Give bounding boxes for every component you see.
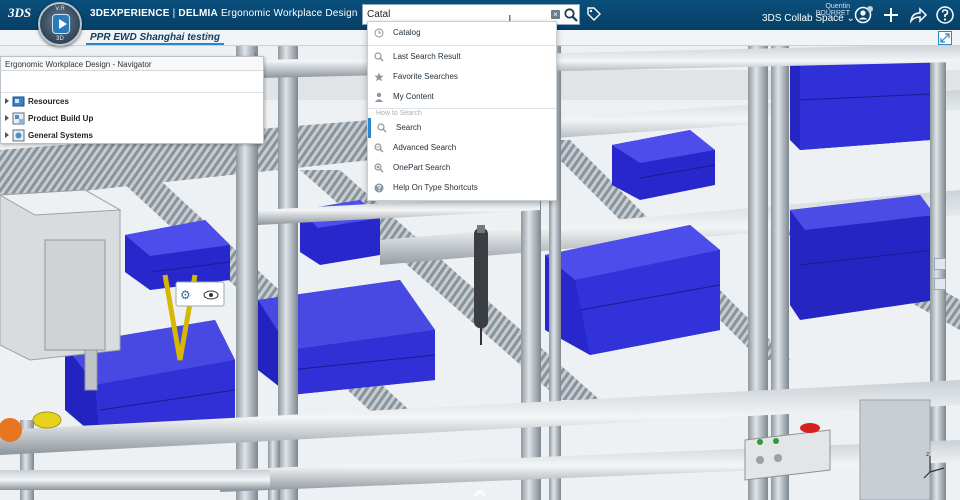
dropdown-divider xyxy=(368,108,556,109)
navigator-panel: Ergonomic Workplace Design - Navigator R… xyxy=(0,56,264,144)
item-label: Help On Type Shortcuts xyxy=(393,183,478,192)
help-on-type-shortcuts-item[interactable]: Help On Type Shortcuts xyxy=(368,178,556,198)
item-label: My Content xyxy=(393,92,434,101)
tree-node-label: Product Build Up xyxy=(28,114,94,123)
compass-bottom-letters: 3D xyxy=(56,36,64,42)
app-title: 3DEXPERIENCE | DELMIA Ergonomic Workplac… xyxy=(90,8,358,19)
dropdown-divider xyxy=(368,45,556,46)
expand-arrow-icon[interactable] xyxy=(5,98,9,104)
suggestion-label: Catalog xyxy=(393,28,421,37)
search-icon[interactable] xyxy=(563,7,579,23)
collab-space-selector[interactable]: 3DS Collab Space ⌄ xyxy=(762,13,855,24)
onepart-search-icon xyxy=(374,163,384,173)
collab-space-label: 3DS Collab Space xyxy=(762,13,844,24)
advanced-search-item[interactable]: Advanced Search xyxy=(368,138,556,158)
tag-icon[interactable] xyxy=(586,6,602,22)
app-name-label: Ergonomic Workplace Design xyxy=(220,8,358,19)
item-label: Last Search Result xyxy=(393,52,461,61)
clear-search-icon[interactable]: × xyxy=(551,10,560,19)
compass-icon[interactable]: V.R 3D xyxy=(38,2,82,46)
product-label: DELMIA xyxy=(178,8,218,19)
tree-node-product-build-up[interactable]: Product Build Up xyxy=(1,110,263,127)
item-label: Search xyxy=(396,123,422,132)
ds-logo: 3DS xyxy=(8,5,32,20)
search-icon xyxy=(377,123,387,133)
help-icon[interactable] xyxy=(935,5,955,25)
maximize-icon[interactable] xyxy=(938,31,952,45)
user-profile-icon[interactable] xyxy=(854,5,874,25)
axis-triad-icon: z xyxy=(923,451,945,479)
search-input[interactable] xyxy=(367,7,547,22)
search-help-item[interactable]: Search xyxy=(368,118,556,138)
item-label: Favorite Searches xyxy=(393,72,458,81)
share-icon[interactable] xyxy=(908,5,928,25)
svg-text:z: z xyxy=(926,451,929,458)
item-label: Advanced Search xyxy=(393,143,457,152)
view-mode-icon[interactable] xyxy=(934,258,946,270)
product-icon xyxy=(12,112,25,125)
onepart-search-item[interactable]: OnePart Search xyxy=(368,158,556,178)
tree-node-label: Resources xyxy=(28,97,69,106)
add-icon[interactable] xyxy=(881,5,901,25)
add-tab-button[interactable]: + xyxy=(205,30,212,45)
question-icon xyxy=(374,183,384,193)
svg-text:⚙: ⚙ xyxy=(180,288,191,302)
my-content-item[interactable]: My Content xyxy=(368,87,556,107)
search-suggestions-dropdown: Catalog Last Search Result Favorite Sear… xyxy=(367,21,557,201)
brand-label: 3DEXPERIENCE xyxy=(90,8,170,19)
advanced-search-icon xyxy=(374,143,384,153)
last-search-result-item[interactable]: Last Search Result xyxy=(368,47,556,67)
expand-arrow-icon[interactable] xyxy=(5,132,9,138)
tree-node-label: General Systems xyxy=(28,131,93,140)
compass-top-letters: V.R xyxy=(55,6,65,12)
tree-node-general-systems[interactable]: General Systems xyxy=(1,127,263,144)
favorite-searches-item[interactable]: Favorite Searches xyxy=(368,67,556,87)
how-to-search-heading: How to Search xyxy=(376,110,422,117)
item-label: OnePart Search xyxy=(393,163,451,172)
person-icon xyxy=(375,92,383,102)
suggestion-catalog[interactable]: Catalog xyxy=(368,23,556,43)
collapse-navigator-icon[interactable]: ‹ xyxy=(254,49,264,58)
systems-icon xyxy=(12,129,25,142)
tree-node-resources[interactable]: Resources xyxy=(1,93,263,110)
expand-arrow-icon[interactable] xyxy=(5,115,9,121)
render-style-icon[interactable] xyxy=(934,278,946,290)
history-icon xyxy=(374,28,384,38)
navigator-title: Ergonomic Workplace Design - Navigator xyxy=(1,57,263,71)
star-icon xyxy=(374,72,384,82)
search-icon xyxy=(374,52,384,62)
action-bar-expand-icon[interactable] xyxy=(470,486,490,500)
tab-ppr-ewd[interactable]: PPR EWD Shanghai testing xyxy=(86,30,225,45)
play-icon[interactable] xyxy=(52,14,70,34)
navigator-header xyxy=(1,71,263,93)
resources-icon xyxy=(12,96,25,107)
